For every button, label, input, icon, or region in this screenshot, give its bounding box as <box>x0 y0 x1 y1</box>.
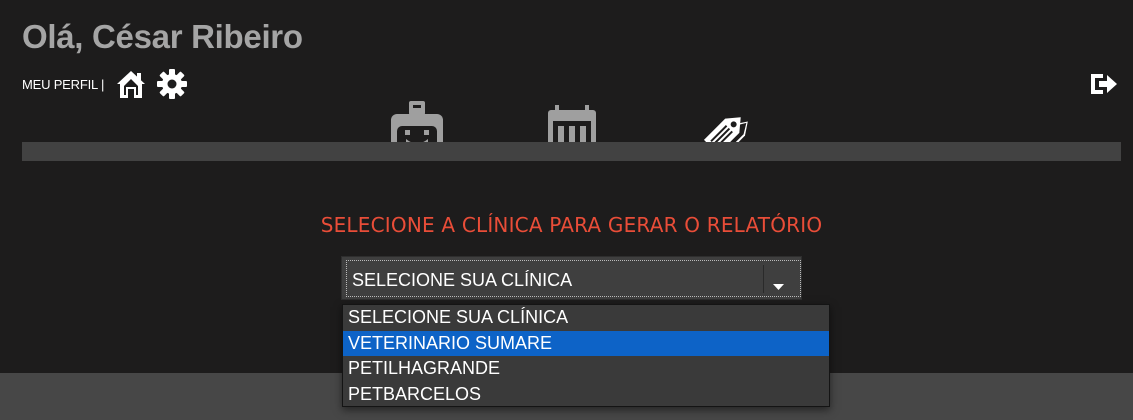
select-divider <box>763 265 764 293</box>
dropdown-option-highlighted[interactable]: VETERINARIO SUMARE <box>343 330 829 356</box>
clinic-dropdown-list: SELECIONE SUA CLÍNICA VETERINARIO SUMARE… <box>342 304 830 407</box>
dropdown-option[interactable]: PETBARCELOS <box>343 382 829 408</box>
dropdown-option[interactable]: SELECIONE SUA CLÍNICA <box>343 305 829 331</box>
clinic-select[interactable]: SELECIONE SUA CLÍNICA <box>341 256 802 300</box>
logout-icon[interactable] <box>1089 72 1119 96</box>
gear-icon[interactable] <box>156 68 188 100</box>
greeting-title: Olá, César Ribeiro <box>22 18 303 55</box>
link-separator: | <box>101 76 105 92</box>
dropdown-option[interactable]: PETILHAGRANDE <box>343 356 829 382</box>
my-profile-link[interactable]: MEU PERFIL <box>22 77 98 92</box>
home-icon[interactable] <box>116 68 146 100</box>
clinic-select-value: SELECIONE SUA CLÍNICA <box>352 270 573 290</box>
top-links: MEU PERFIL | <box>22 68 188 100</box>
chevron-down-icon[interactable] <box>773 277 784 290</box>
tab-indicator-bar <box>22 142 1121 161</box>
select-clinic-heading: SELECIONE A CLÍNICA PARA GERAR O RELATÓR… <box>320 213 823 237</box>
